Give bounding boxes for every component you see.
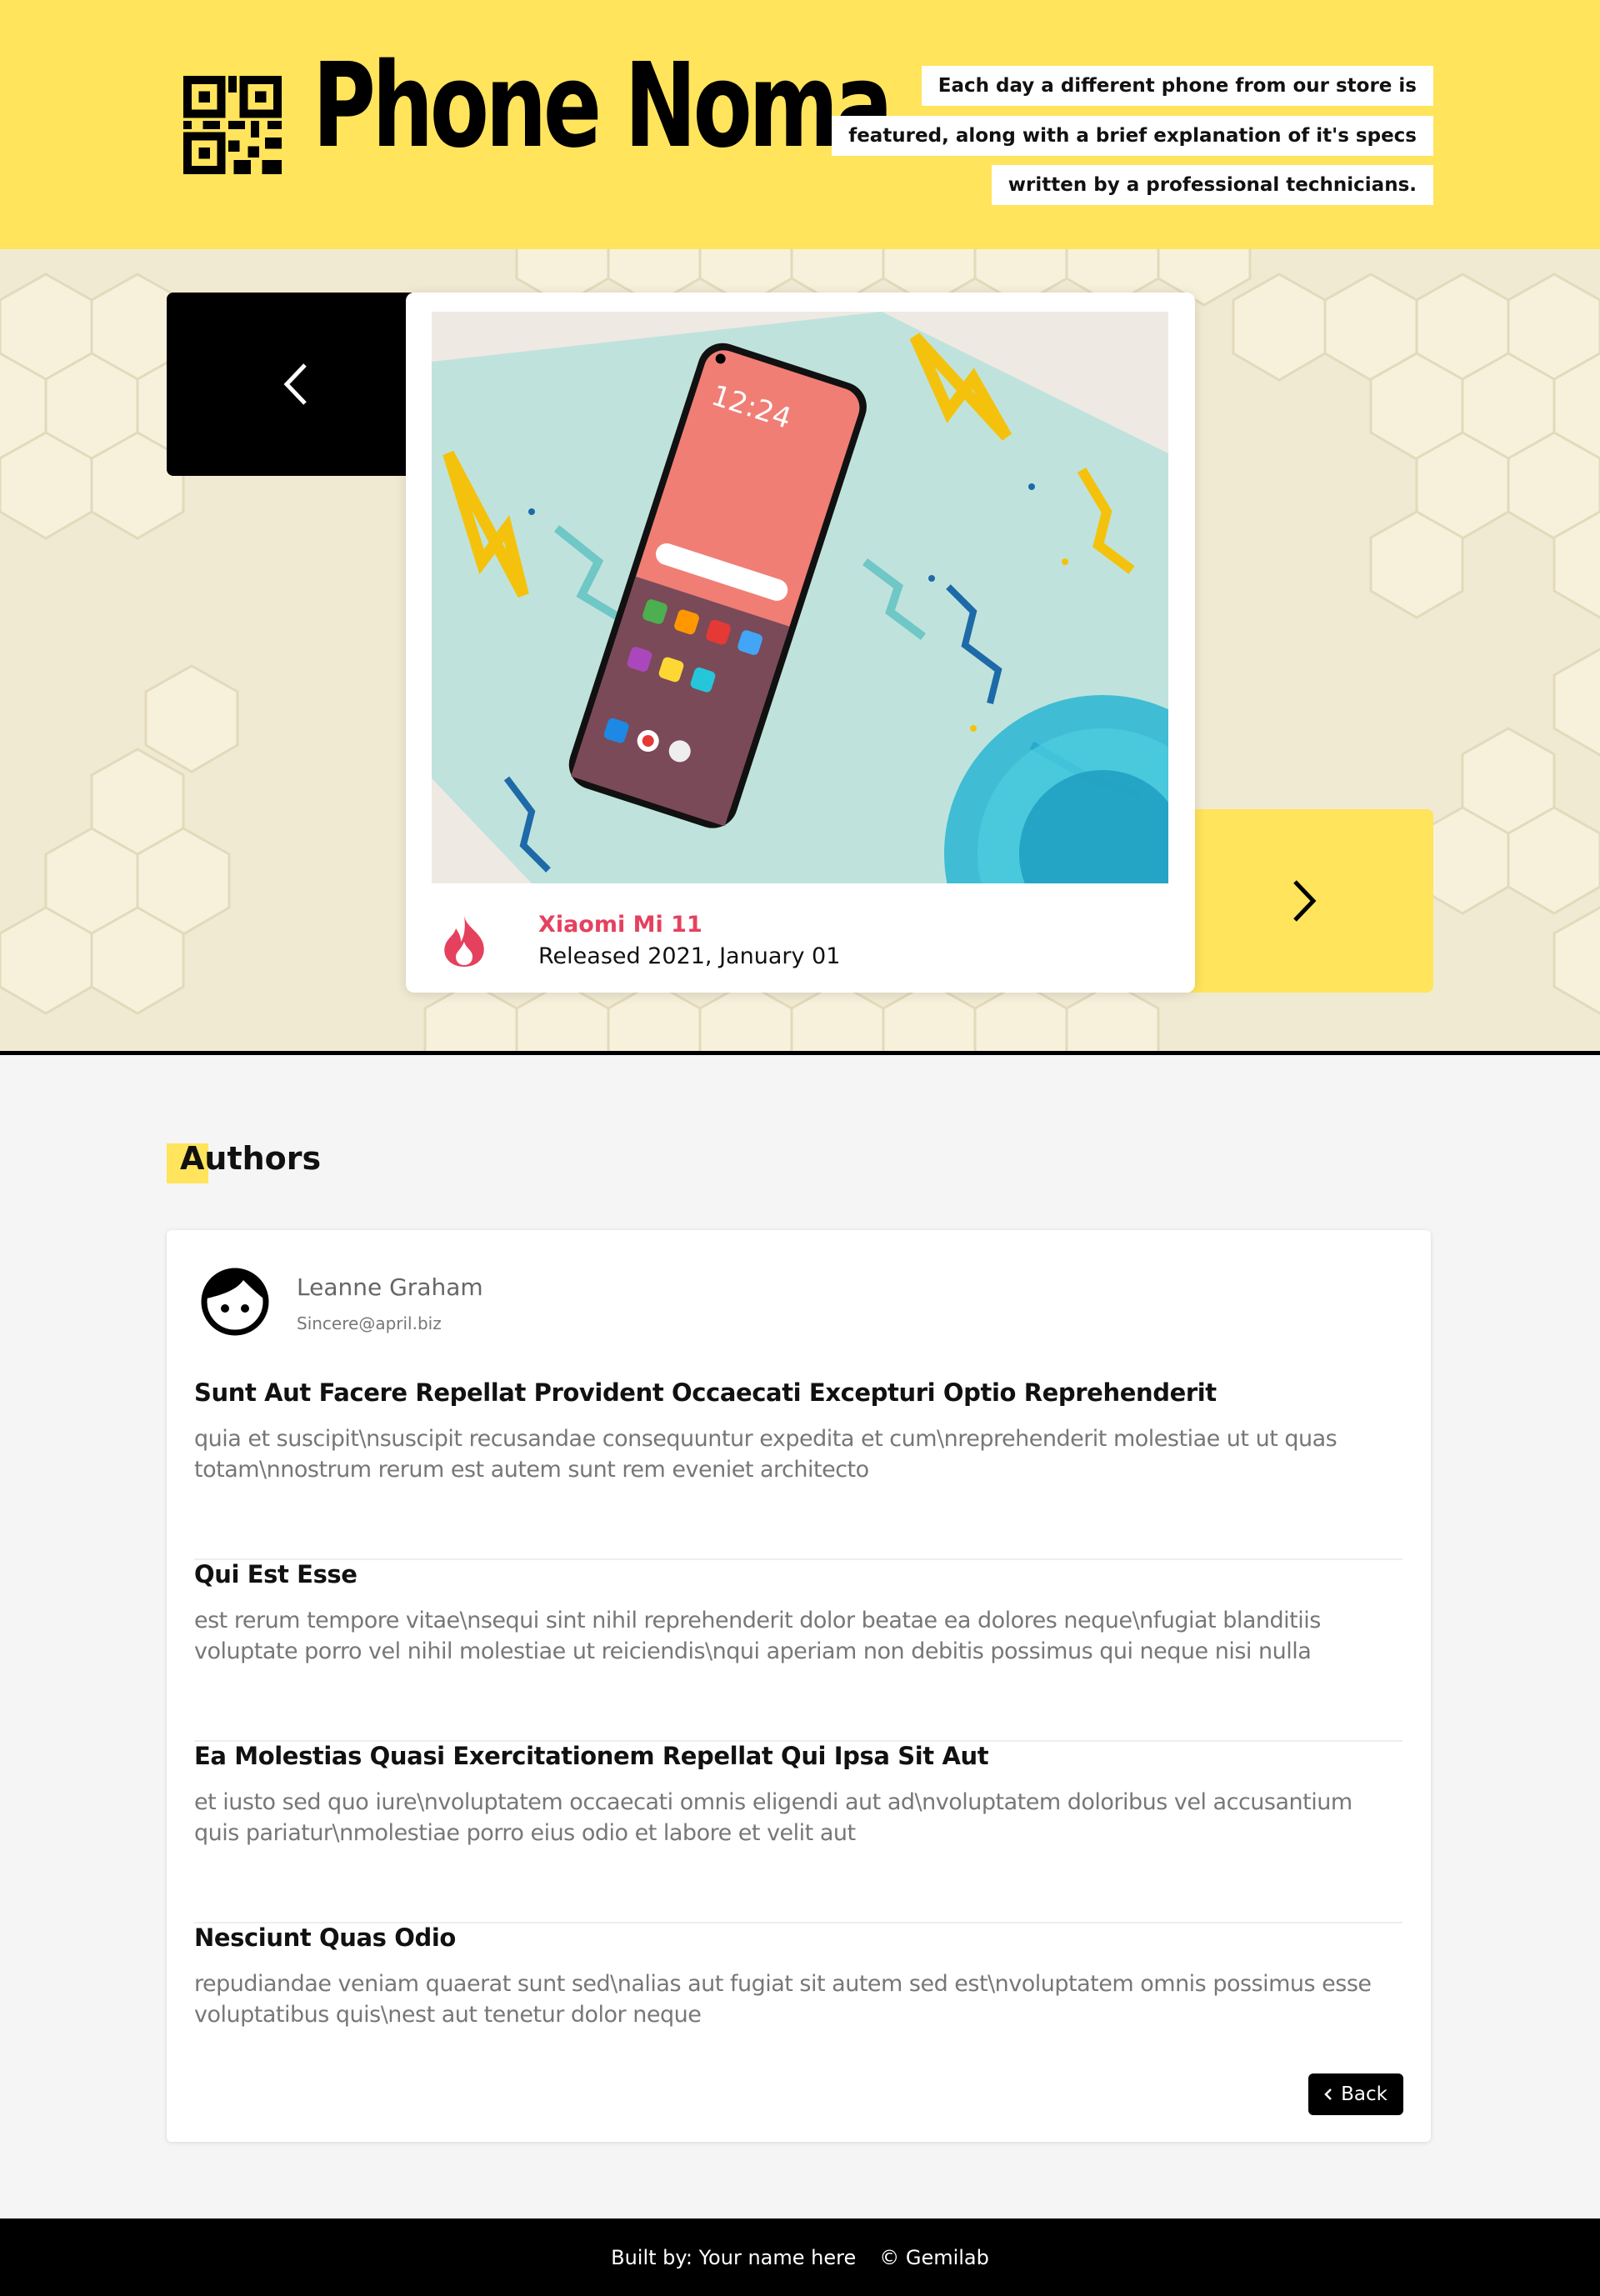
post-body: et iusto sed quo iure\nvoluptatem occaec… bbox=[194, 1789, 1352, 1846]
featured-phone-card[interactable]: 12:24 Xiaomi Mi 11 Released 2021, Januar… bbox=[406, 293, 1195, 993]
phone-photo: 12:24 bbox=[432, 312, 1168, 883]
qr-code-icon bbox=[183, 76, 282, 174]
featured-phone-section: 12:24 Xiaomi Mi 11 Released 2021, Januar… bbox=[0, 249, 1600, 1055]
footer-copyright[interactable]: © Gemilab bbox=[879, 2246, 989, 2269]
post-title[interactable]: Ea Molestias Quasi Exercitationem Repell… bbox=[194, 1742, 989, 1770]
back-button-label: Back bbox=[1341, 2083, 1388, 2105]
post-item[interactable]: Qui Est Esse est rerum tempore vitae\nse… bbox=[194, 1560, 1402, 1742]
site-footer: Built by: Your name here © Gemilab bbox=[0, 2218, 1600, 2296]
post-title[interactable]: Sunt Aut Facere Repellat Provident Occae… bbox=[194, 1378, 1217, 1407]
avatar-face-icon bbox=[201, 1268, 269, 1336]
back-button[interactable]: Back bbox=[1308, 2073, 1403, 2115]
tagline-line-3: written by a professional technicians. bbox=[991, 165, 1433, 205]
author-name: Leanne Graham bbox=[297, 1273, 483, 1301]
authors-heading: Authors bbox=[167, 1140, 321, 1183]
fire-icon bbox=[444, 915, 484, 967]
author-email[interactable]: Sincere@april.biz bbox=[297, 1313, 442, 1333]
post-body: est rerum tempore vitae\nsequi sint nihi… bbox=[194, 1608, 1321, 1664]
post-item[interactable]: Nesciunt Quas Odio repudiandae veniam qu… bbox=[194, 1923, 1402, 2105]
tagline-line-2: featured, along with a brief explanation… bbox=[832, 116, 1433, 156]
post-item[interactable]: Ea Molestias Quasi Exercitationem Repell… bbox=[194, 1742, 1402, 1923]
previous-phone-button[interactable] bbox=[167, 293, 417, 476]
tagline-line-1: Each day a different phone from our stor… bbox=[921, 66, 1433, 106]
post-list: Sunt Aut Facere Repellat Provident Occae… bbox=[194, 1378, 1402, 2105]
post-body: quia et suscipit\nsuscipit recusandae co… bbox=[194, 1426, 1338, 1483]
site-logo-text[interactable]: Phone Noma bbox=[312, 48, 893, 165]
next-phone-button[interactable] bbox=[1183, 809, 1433, 993]
chevron-right-icon bbox=[1293, 880, 1317, 922]
post-title[interactable]: Nesciunt Quas Odio bbox=[194, 1923, 456, 1952]
phone-name[interactable]: Xiaomi Mi 11 bbox=[538, 912, 702, 938]
chevron-left-icon bbox=[283, 363, 307, 405]
post-title[interactable]: Qui Est Esse bbox=[194, 1560, 358, 1588]
post-body: repudiandae veniam quaerat sunt sed\nali… bbox=[194, 1971, 1372, 2028]
footer-built-by: Built by: Your name here bbox=[611, 2245, 857, 2269]
chevron-left-icon bbox=[1324, 2088, 1332, 2100]
post-item[interactable]: Sunt Aut Facere Repellat Provident Occae… bbox=[194, 1378, 1402, 1560]
author-card: Leanne Graham Sincere@april.biz Sunt Aut… bbox=[167, 1230, 1431, 2142]
phone-release-date: Released 2021, January 01 bbox=[538, 943, 841, 969]
site-header: Phone Noma Each day a different phone fr… bbox=[0, 0, 1600, 249]
